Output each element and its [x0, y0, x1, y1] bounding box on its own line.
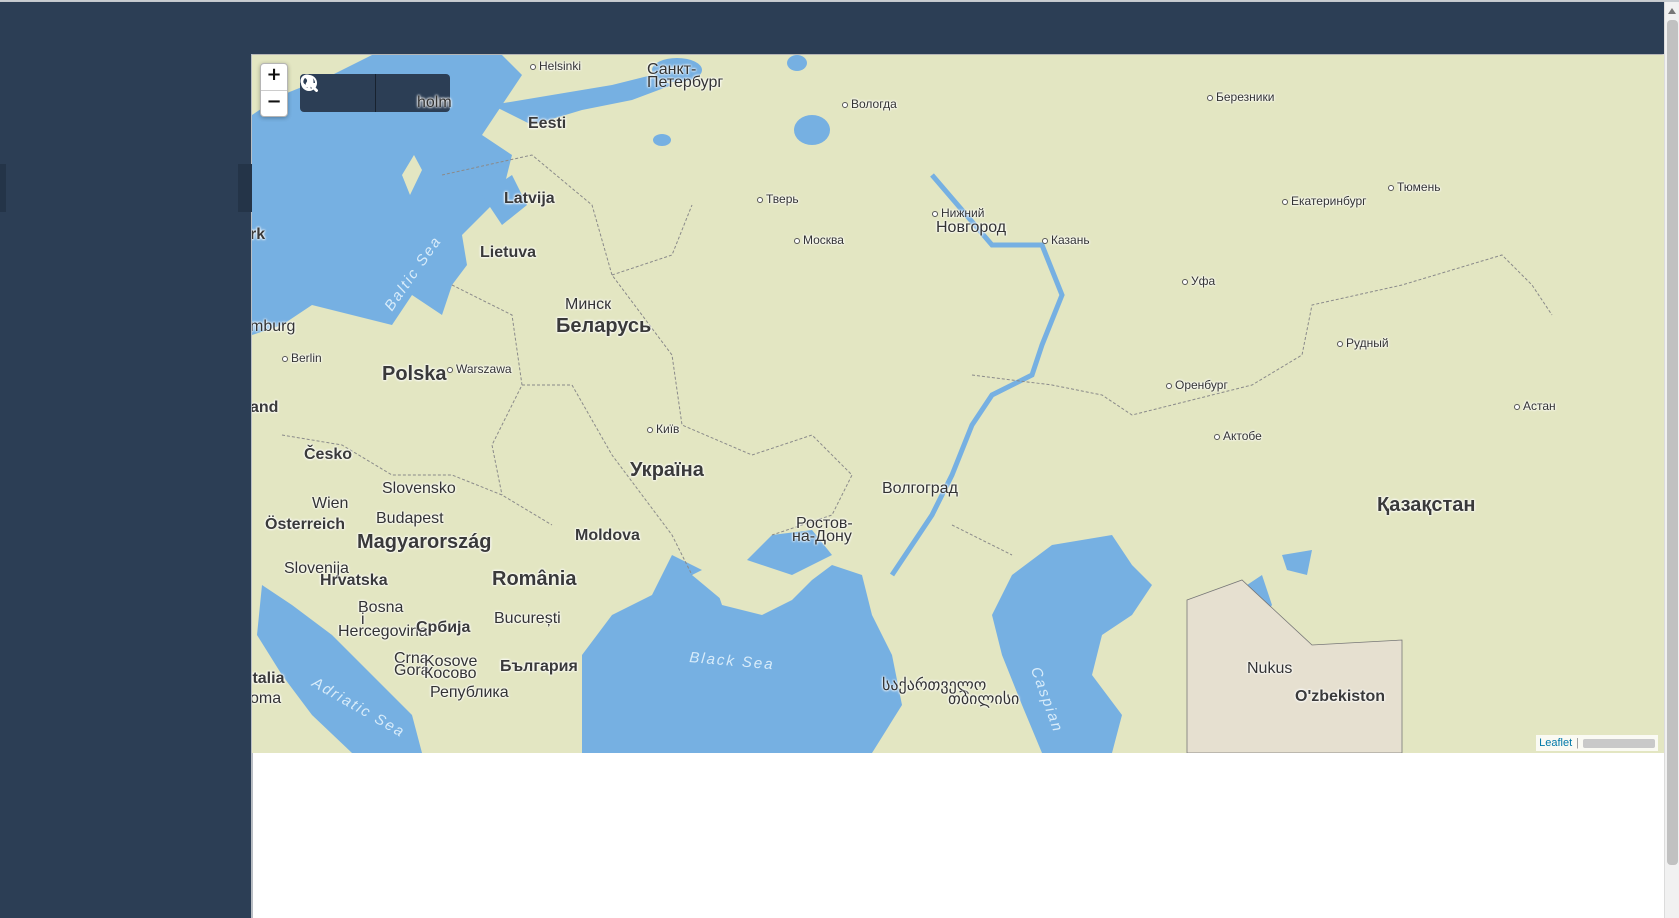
map-label: Berlin: [282, 352, 322, 365]
map-label: Косово: [424, 665, 477, 682]
map-label: Уфа: [1182, 275, 1215, 288]
map-label: Оренбург: [1166, 379, 1228, 392]
page-scrollbar[interactable]: [1664, 2, 1679, 918]
map-label: Казань: [1042, 234, 1090, 247]
map-label: Moldova: [575, 527, 640, 544]
onega-lake: [787, 55, 807, 71]
map-label: Қазақстан: [1377, 494, 1476, 516]
map-label: Helsinki: [530, 60, 581, 73]
map-label: Київ: [647, 423, 679, 436]
map-label: Минск: [565, 296, 612, 313]
map-label: България: [500, 658, 578, 675]
sidebar-left-handle[interactable]: [0, 164, 6, 212]
map-label: Hrvatska: [320, 572, 388, 589]
leaflet-link[interactable]: Leaflet: [1539, 737, 1572, 749]
zoom-out-button[interactable]: −: [261, 90, 287, 116]
map-label: თბილისი: [948, 691, 1020, 708]
map-tiles[interactable]: [252, 55, 1664, 753]
map-label: Нижний: [932, 207, 984, 220]
map-label: Волгоград: [882, 480, 958, 497]
map-attribution: Leaflet |: [1536, 735, 1658, 751]
gulf-of-finland-water: [492, 75, 672, 125]
map-label: Екатеринбург: [1282, 195, 1367, 208]
map-label: Italia: [252, 670, 285, 687]
search-icon: [300, 74, 318, 92]
map-label: Република: [430, 684, 509, 701]
map-label: Česko: [304, 446, 353, 463]
map-label: România: [492, 568, 577, 590]
map-label: O'zbekiston: [1295, 688, 1386, 705]
map-label: and: [252, 399, 279, 416]
map-label: rk: [252, 226, 266, 243]
scroll-up-arrow[interactable]: [1668, 8, 1676, 14]
map-label: Eesti: [528, 115, 567, 132]
attribution-blurred: [1583, 738, 1655, 748]
map-label: oma: [252, 690, 282, 707]
map-label: Latvija: [504, 190, 555, 207]
map-label: Slovensko: [382, 480, 456, 497]
attribution-separator: |: [1576, 737, 1579, 749]
map-label: Новгород: [936, 219, 1007, 236]
map-label: Москва: [794, 234, 844, 247]
map-label: на-Дону: [792, 528, 852, 545]
map-label: Lietuva: [480, 244, 537, 261]
map-label: Березники: [1207, 91, 1274, 104]
map-label: Hercegovina: [338, 623, 428, 640]
sidebar: [0, 54, 253, 918]
zoom-in-button[interactable]: +: [261, 64, 287, 90]
map-label: Nukus: [1247, 660, 1293, 677]
map-label: Polska: [382, 363, 447, 385]
map-label: Беларусь: [556, 315, 652, 337]
caspian-sea-water: [992, 535, 1152, 753]
map-label: Тюмень: [1388, 181, 1440, 194]
zoom-control: + −: [260, 63, 288, 117]
map-label: Тверь: [757, 193, 799, 206]
map-label: mburg: [252, 318, 296, 335]
map-label: București: [494, 610, 561, 627]
map-label: holm: [417, 94, 452, 111]
top-navbar: [0, 2, 1664, 54]
map-label: Вологда: [842, 98, 897, 111]
scroll-thumb[interactable]: [1667, 20, 1678, 865]
map-label: Україна: [630, 459, 704, 481]
map-label: Актобе: [1214, 430, 1262, 443]
map-label: Österreich: [265, 516, 346, 533]
map-label: Астан: [1514, 400, 1556, 413]
map-label: Budapest: [376, 510, 444, 527]
small-lake-1: [653, 134, 671, 146]
map-label: Magyarország: [357, 531, 492, 553]
map-label: Србија: [416, 619, 471, 636]
map-label: Петербург: [647, 74, 724, 91]
kyzylkum-desert: [1186, 579, 1403, 753]
map-label: Рудный: [1337, 337, 1389, 350]
rybinsk-reservoir: [794, 115, 830, 145]
aral-sea-east: [1282, 550, 1312, 575]
map-label: Wien: [312, 495, 349, 512]
map-label: Warszawa: [447, 363, 512, 376]
sidebar-collapse-handle[interactable]: [238, 164, 252, 212]
map-view[interactable]: + − Helsinki Санкт- Петербург Вологда Березн…: [252, 55, 1664, 753]
